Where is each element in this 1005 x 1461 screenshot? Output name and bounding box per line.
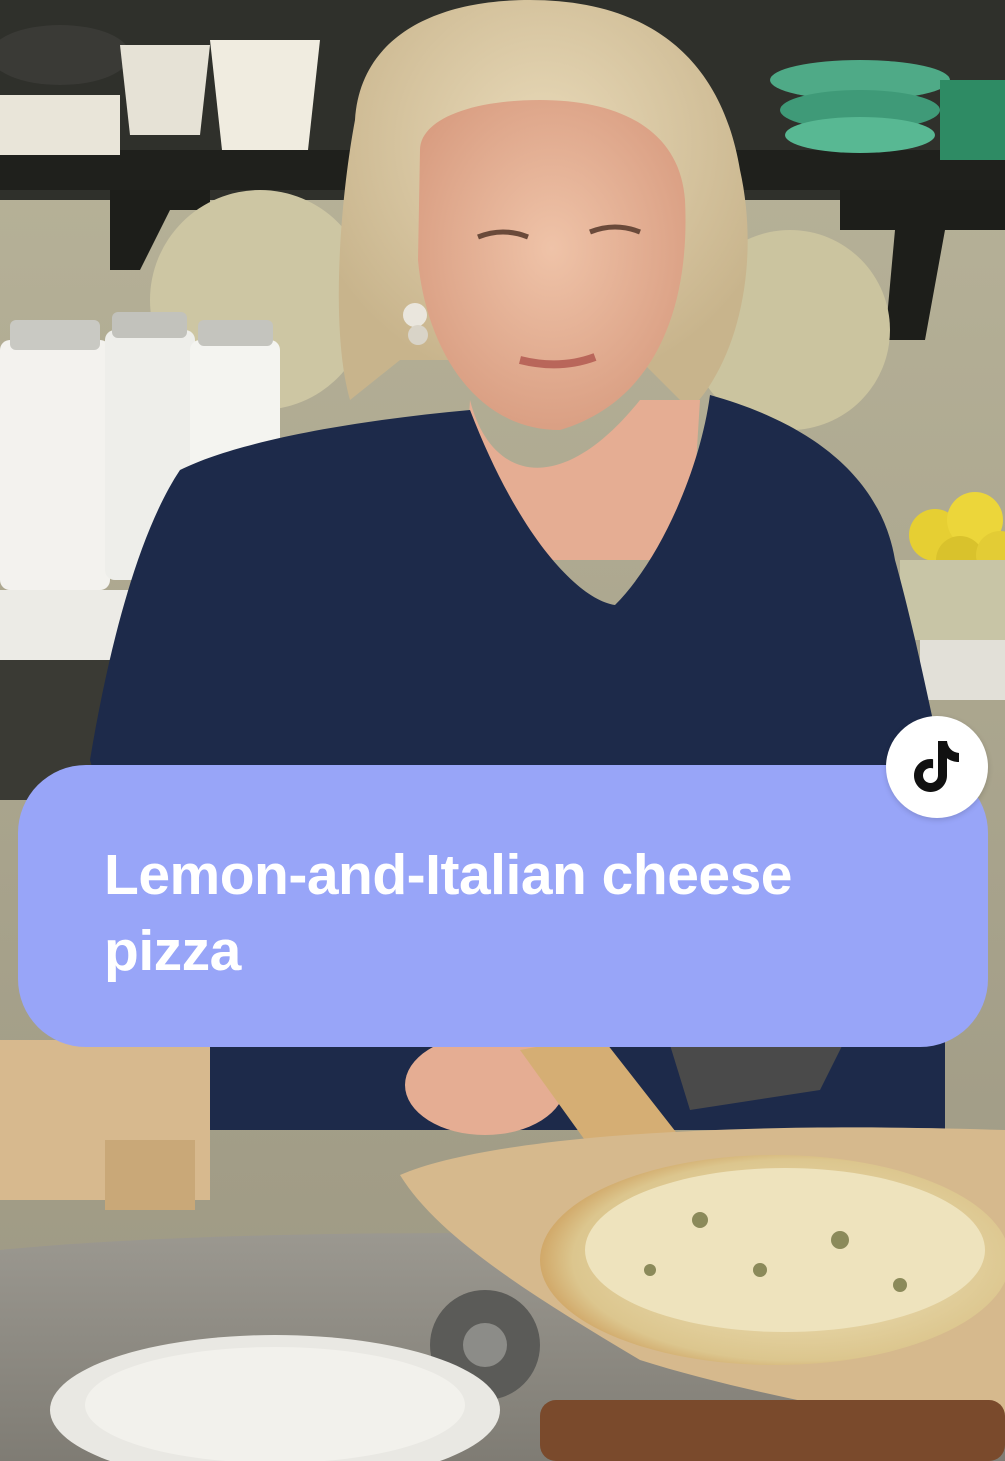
video-frame-illustration	[0, 0, 1005, 1461]
caption-text: Lemon-and-Italian cheese pizza	[104, 843, 793, 983]
tiktok-logo-icon	[914, 741, 959, 792]
video-frame[interactable]	[0, 0, 1005, 1461]
caption-bubble: Lemon-and-Italian cheese pizza	[18, 765, 988, 1047]
tiktok-badge[interactable]	[886, 716, 988, 818]
